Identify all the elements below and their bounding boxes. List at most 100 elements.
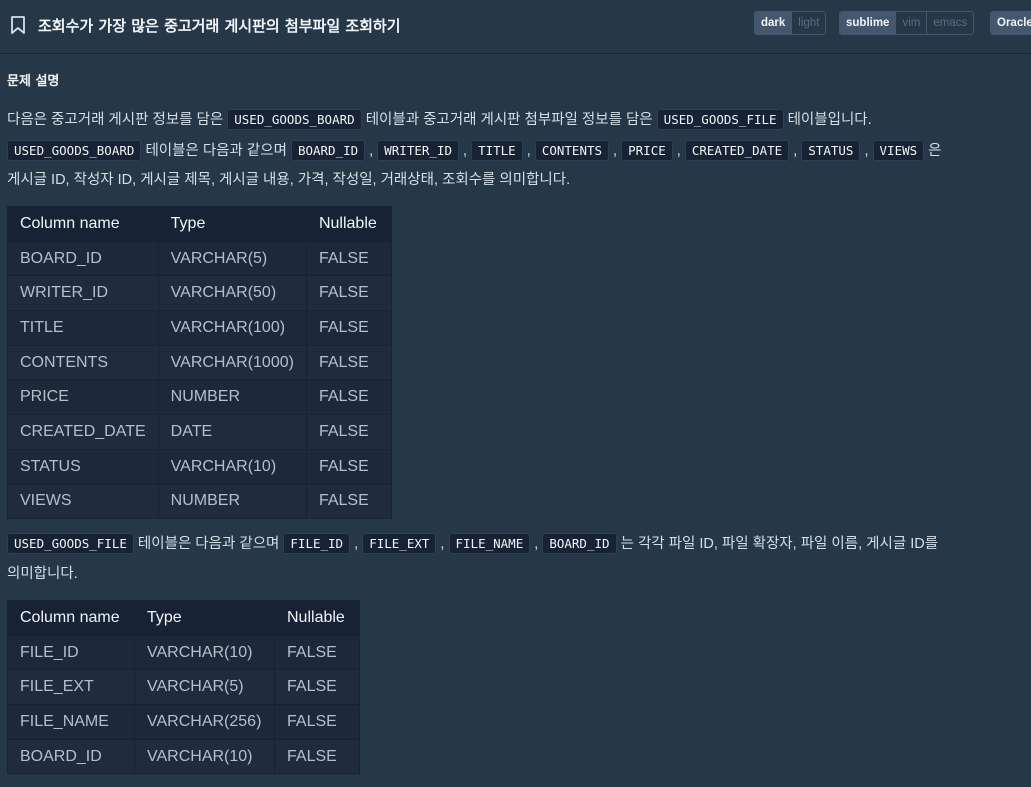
separator: , <box>530 536 543 552</box>
table-cell: FALSE <box>305 414 392 450</box>
table-cell: VARCHAR(10) <box>157 448 307 485</box>
language-selector: Oracle <box>990 11 1031 35</box>
table-row: TITLE VARCHAR(100) FALSE <box>7 310 392 346</box>
table-row: BOARD_ID VARCHAR(10) FALSE <box>7 738 360 775</box>
column-name-code: VIEWS <box>872 139 925 161</box>
column-header: Type <box>134 600 275 636</box>
text-segment: 테이블입니다. <box>783 112 872 128</box>
table-row: WRITER_ID VARCHAR(50) FALSE <box>7 275 392 312</box>
separator: , <box>458 142 472 159</box>
table-cell: VARCHAR(256) <box>134 704 275 740</box>
table-cell: FALSE <box>305 483 392 520</box>
page-title: 조회수가 가장 많은 중고거래 게시판의 첨부파일 조회하기 <box>38 17 401 35</box>
column-name-code: CONTENTS <box>534 139 610 161</box>
problem-description: 문제 설명 다음은 중고거래 게시판 정보를 담은 USED_GOODS_BOA… <box>7 70 1027 775</box>
bookmark-icon[interactable] <box>9 15 27 35</box>
table-cell: TITLE <box>7 310 159 346</box>
column-name-code: PRICE <box>621 139 673 161</box>
separator: , <box>860 142 873 159</box>
separator: , <box>609 142 622 159</box>
table-cell: DATE <box>157 414 307 450</box>
table-cell: WRITER_ID <box>7 275 159 312</box>
text-segment: 게시글 ID, 작성자 ID, 게시글 제목, 게시글 내용, 가격, 작성일,… <box>7 172 571 188</box>
description-paragraph-1: 다음은 중고거래 게시판 정보를 담은 USED_GOODS_BOARD 테이블… <box>7 105 1027 196</box>
table-row: BOARD_ID VARCHAR(5) FALSE <box>7 240 392 277</box>
column-header: Type <box>157 206 307 242</box>
theme-light-option[interactable]: light <box>791 12 825 34</box>
section-title: 문제 설명 <box>7 74 60 89</box>
separator: , <box>365 142 378 159</box>
table-header-row: Column name Type Nullable <box>7 206 392 242</box>
table-cell: FALSE <box>305 448 392 485</box>
keymap-emacs-option[interactable]: emacs <box>926 12 973 34</box>
table-name-code: USED_GOODS_BOARD <box>227 109 362 130</box>
table-name-code: USED_GOODS_FILE <box>656 109 784 130</box>
text-segment: 테이블은 다음과 같으며 <box>133 536 284 552</box>
table-cell: FALSE <box>274 704 360 740</box>
table-cell: FILE_EXT <box>7 669 135 706</box>
column-list: BOARD_ID , WRITER_ID , TITLE , CONTENTS … <box>290 139 925 161</box>
table-name-code: USED_GOODS_FILE <box>7 533 134 554</box>
used-goods-board-table: Column name Type Nullable BOARD_ID VARCHA… <box>7 206 392 520</box>
table-cell: CONTENTS <box>7 344 159 381</box>
table-cell: FALSE <box>274 669 360 706</box>
table-cell: FILE_NAME <box>7 704 135 740</box>
table-cell: VARCHAR(5) <box>134 669 275 706</box>
table-cell: BOARD_ID <box>7 738 135 775</box>
language-option[interactable]: Oracle <box>991 12 1031 34</box>
separator: , <box>436 536 449 552</box>
table-row: STATUS VARCHAR(10) FALSE <box>7 448 392 485</box>
table-cell: NUMBER <box>157 379 307 416</box>
used-goods-file-table: Column name Type Nullable FILE_ID VARCHAR… <box>7 600 360 775</box>
table-cell: VARCHAR(10) <box>134 634 275 671</box>
table-cell: PRICE <box>7 379 159 416</box>
table-row: FILE_NAME VARCHAR(256) FALSE <box>7 704 360 740</box>
table-cell: CREATED_DATE <box>7 414 159 450</box>
table-name-code: USED_GOODS_BOARD <box>7 139 142 161</box>
table-cell: FALSE <box>305 310 392 346</box>
column-name-code: CREATED_DATE <box>684 139 790 161</box>
table-row: FILE_ID VARCHAR(10) FALSE <box>7 634 360 671</box>
table-row: VIEWS NUMBER FALSE <box>7 483 392 520</box>
description-paragraph-2: USED_GOODS_FILE 테이블은 다음과 같으며 FILE_ID , F… <box>7 529 1027 589</box>
text-segment: 다음은 중고거래 게시판 정보를 담은 <box>7 112 228 128</box>
column-name-code: BOARD_ID <box>542 533 617 554</box>
table-row: CREATED_DATE DATE FALSE <box>7 414 392 450</box>
separator: , <box>789 142 802 159</box>
column-name-code: FILE_NAME <box>448 533 531 554</box>
column-list: FILE_ID , FILE_EXT , FILE_NAME , BOARD_I… <box>283 533 617 554</box>
column-header: Column name <box>7 206 159 242</box>
table-row: FILE_EXT VARCHAR(5) FALSE <box>7 669 360 706</box>
header: 조회수가 가장 많은 중고거래 게시판의 첨부파일 조회하기 dark ligh… <box>0 0 1031 54</box>
column-name-code: WRITER_ID <box>377 139 459 161</box>
table-cell: FALSE <box>305 240 392 277</box>
separator: , <box>672 142 685 159</box>
table-row: CONTENTS VARCHAR(1000) FALSE <box>7 344 392 381</box>
table-header-row: Column name Type Nullable <box>7 600 360 636</box>
keymap-vim-option[interactable]: vim <box>895 12 926 34</box>
table-cell: VARCHAR(50) <box>157 275 307 312</box>
table-cell: FILE_ID <box>7 634 135 671</box>
text-segment: 은 <box>924 142 942 159</box>
table-cell: VARCHAR(10) <box>134 738 275 775</box>
table-cell: FALSE <box>274 634 360 671</box>
keymap-toggle: sublime vim emacs <box>839 11 975 35</box>
text-segment: 테이블과 중고거래 게시판 첨부파일 정보를 담은 <box>361 112 657 128</box>
table-cell: FALSE <box>274 738 360 775</box>
table-cell: STATUS <box>7 448 159 485</box>
table-cell: VARCHAR(5) <box>157 240 307 277</box>
table-cell: VARCHAR(100) <box>157 310 307 346</box>
theme-dark-option[interactable]: dark <box>755 12 792 34</box>
column-name-code: FILE_ID <box>283 533 351 554</box>
table-cell: VIEWS <box>7 483 159 520</box>
column-name-code: STATUS <box>801 139 861 161</box>
separator: , <box>522 142 535 159</box>
column-name-code: FILE_EXT <box>362 533 437 554</box>
table-cell: VARCHAR(1000) <box>157 344 307 381</box>
table-cell: NUMBER <box>157 483 307 520</box>
text-segment: 는 각각 파일 ID, 파일 확장자, 파일 이름, 게시글 ID를 <box>616 536 939 552</box>
table-cell: FALSE <box>305 344 392 381</box>
keymap-sublime-option[interactable]: sublime <box>840 12 896 34</box>
column-name-code: BOARD_ID <box>290 139 366 161</box>
table-cell: FALSE <box>305 379 392 416</box>
